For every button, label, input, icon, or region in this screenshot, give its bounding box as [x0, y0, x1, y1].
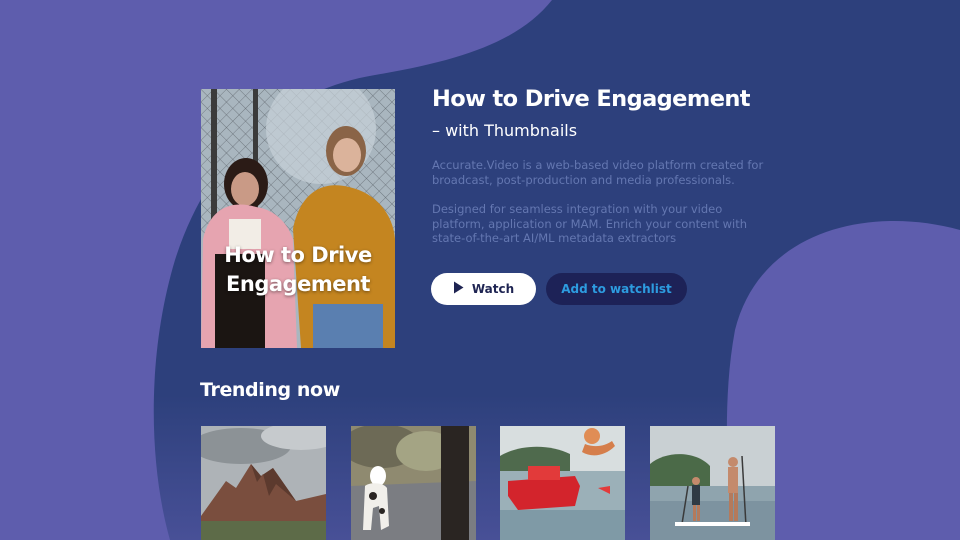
- featured-title: How to Drive Engagement: [432, 86, 751, 112]
- trending-item-mountains[interactable]: [201, 426, 326, 540]
- featured-poster[interactable]: How to Drive Engagement: [201, 89, 395, 348]
- trending-item-boat[interactable]: [500, 426, 625, 540]
- thumbnail-image: [201, 426, 326, 540]
- watch-button-label: Watch: [471, 282, 515, 296]
- add-to-watchlist-button[interactable]: Add to watchlist: [546, 273, 687, 305]
- featured-subtitle: – with Thumbnails: [432, 121, 578, 140]
- featured-description-secondary: Designed for seamless integration with y…: [432, 202, 748, 245]
- trending-title: Trending now: [200, 379, 340, 401]
- poster-image: [201, 89, 395, 348]
- watch-button[interactable]: Watch: [431, 273, 536, 305]
- thumbnail-image: [500, 426, 625, 540]
- trending-item-dog[interactable]: [351, 426, 476, 540]
- thumbnail-image: [650, 426, 775, 540]
- thumbnail-image: [351, 426, 476, 540]
- trending-item-paddleboard[interactable]: [650, 426, 775, 540]
- add-to-watchlist-label: Add to watchlist: [561, 282, 672, 296]
- poster-title: How to Drive Engagement: [224, 243, 372, 296]
- featured-description: Accurate.Video is a web-based video plat…: [432, 158, 764, 187]
- play-icon: [453, 281, 464, 297]
